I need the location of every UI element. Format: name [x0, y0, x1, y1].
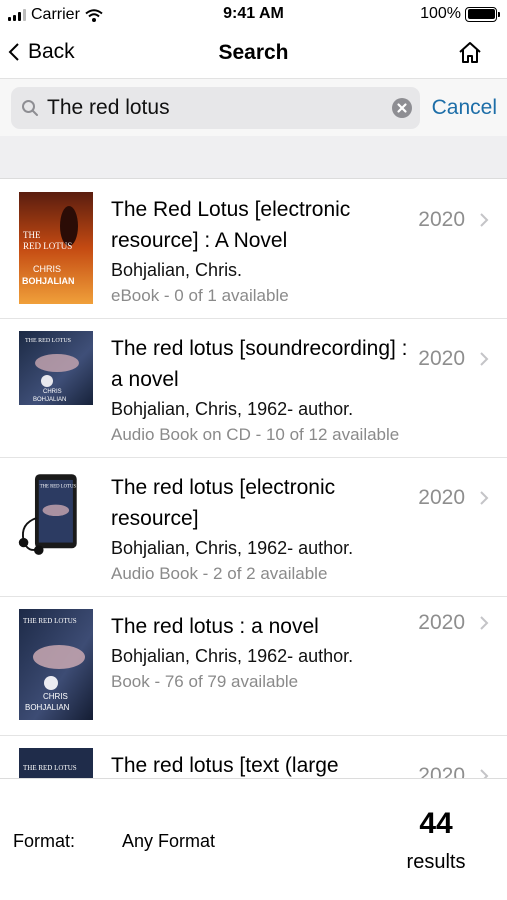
nav-bar: Back Search — [0, 30, 507, 78]
cover-title: RED LOTUS — [23, 241, 72, 251]
result-year: 2020 — [418, 611, 465, 634]
cover-author-first: CHRIS — [33, 264, 61, 274]
search-field[interactable] — [11, 87, 420, 129]
cover-author-last: BOHJALIAN — [25, 703, 70, 712]
battery-percent: 100% — [420, 5, 461, 22]
book-cover-icon: THE RED LOTUS CHRIS BOHJALIAN — [19, 192, 93, 304]
result-title: The red lotus : a novel — [111, 615, 319, 638]
status-right: 100% — [420, 5, 500, 23]
result-row[interactable]: THE RED LOTUS The red lotus [text (large… — [0, 736, 507, 778]
result-availability: Audio Book - 2 of 2 available — [111, 564, 328, 583]
format-label: Format: — [13, 831, 76, 851]
section-separator — [0, 136, 507, 179]
result-text: The red lotus [text (large — [111, 750, 411, 778]
results-count: 44 — [419, 807, 453, 840]
cover-title: THE RED LOTUS — [40, 485, 77, 490]
book-cover-icon: THE RED LOTUS CHRIS BOHJALIAN — [19, 609, 93, 720]
cover-title: THE RED LOTUS — [23, 764, 77, 772]
result-text: The red lotus : a novel Bohjalian, Chris… — [111, 611, 411, 695]
chevron-right-icon — [480, 491, 489, 505]
results-list[interactable]: THE RED LOTUS CHRIS BOHJALIAN The Red Lo… — [0, 180, 507, 778]
result-year: 2020 — [418, 208, 465, 231]
result-title: The red lotus [text (large — [111, 754, 339, 777]
result-title: The red lotus [soundrecording] : a novel — [111, 337, 408, 391]
result-author: Bohjalian, Chris, 1962- author. — [111, 399, 354, 419]
battery-icon — [465, 6, 500, 22]
audio-player-cover-icon: THE RED LOTUS — [18, 474, 77, 555]
book-cover-icon: THE RED LOTUS — [19, 748, 93, 778]
result-author: Bohjalian, Chris, 1962- author. — [111, 538, 354, 558]
result-text: The red lotus [soundrecording] : a novel… — [111, 333, 411, 448]
cover-top: THE — [23, 230, 41, 240]
result-year: 2020 — [418, 486, 465, 509]
search-input[interactable] — [47, 96, 377, 120]
result-row[interactable]: THE RED LOTUS CHRIS BOHJALIAN The red lo… — [0, 319, 507, 458]
result-availability: Book - 76 of 79 available — [111, 672, 299, 691]
page-title: Search — [218, 41, 289, 64]
cover-title: THE RED LOTUS — [23, 617, 77, 625]
chevron-right-icon — [480, 352, 489, 366]
result-row[interactable]: THE RED LOTUS CHRIS BOHJALIAN The Red Lo… — [0, 180, 507, 319]
cover-author-last: BOHJALIAN — [33, 397, 66, 403]
result-availability: eBook - 0 of 1 available — [111, 286, 289, 305]
result-year: 2020 — [418, 764, 465, 778]
cover-author-last: BOHJALIAN — [22, 276, 75, 286]
result-year: 2020 — [418, 347, 465, 370]
result-text: The red lotus [electronic resource] Bohj… — [111, 472, 411, 587]
result-row[interactable]: THE RED LOTUS CHRIS BOHJALIAN The red lo… — [0, 597, 507, 736]
result-author: Bohjalian, Chris, 1962- author. — [111, 646, 354, 666]
status-bar: Carrier 9:41 AM 100% — [0, 0, 507, 30]
clear-icon[interactable] — [392, 98, 412, 118]
format-selector[interactable]: Any Format — [122, 831, 215, 852]
result-row[interactable]: THE RED LOTUS The red lotus [electronic … — [0, 458, 507, 597]
chevron-right-icon — [480, 769, 489, 778]
result-availability: Audio Book on CD - 10 of 12 available — [111, 425, 400, 444]
result-title: The red lotus [electronic resource] — [111, 476, 336, 530]
chevron-right-icon — [480, 616, 489, 630]
filter-bar: Format: Any Format 44 results — [0, 778, 507, 900]
cover-title: THE RED LOTUS — [25, 338, 71, 344]
home-icon[interactable] — [457, 40, 483, 66]
result-title: The Red Lotus [electronic resource] : A … — [111, 198, 351, 252]
result-author: Bohjalian, Chris. — [111, 260, 243, 280]
search-icon — [22, 100, 38, 116]
results-count-label: results — [406, 851, 466, 873]
chevron-right-icon — [480, 213, 489, 227]
cover-author-first: CHRIS — [43, 692, 68, 701]
cd-cover-icon: THE RED LOTUS CHRIS BOHJALIAN — [19, 331, 93, 405]
cancel-button[interactable]: Cancel — [432, 96, 497, 120]
cover-author-first: CHRIS — [43, 389, 62, 395]
search-bar: Cancel — [0, 78, 507, 136]
result-text: The Red Lotus [electronic resource] : A … — [111, 194, 411, 309]
